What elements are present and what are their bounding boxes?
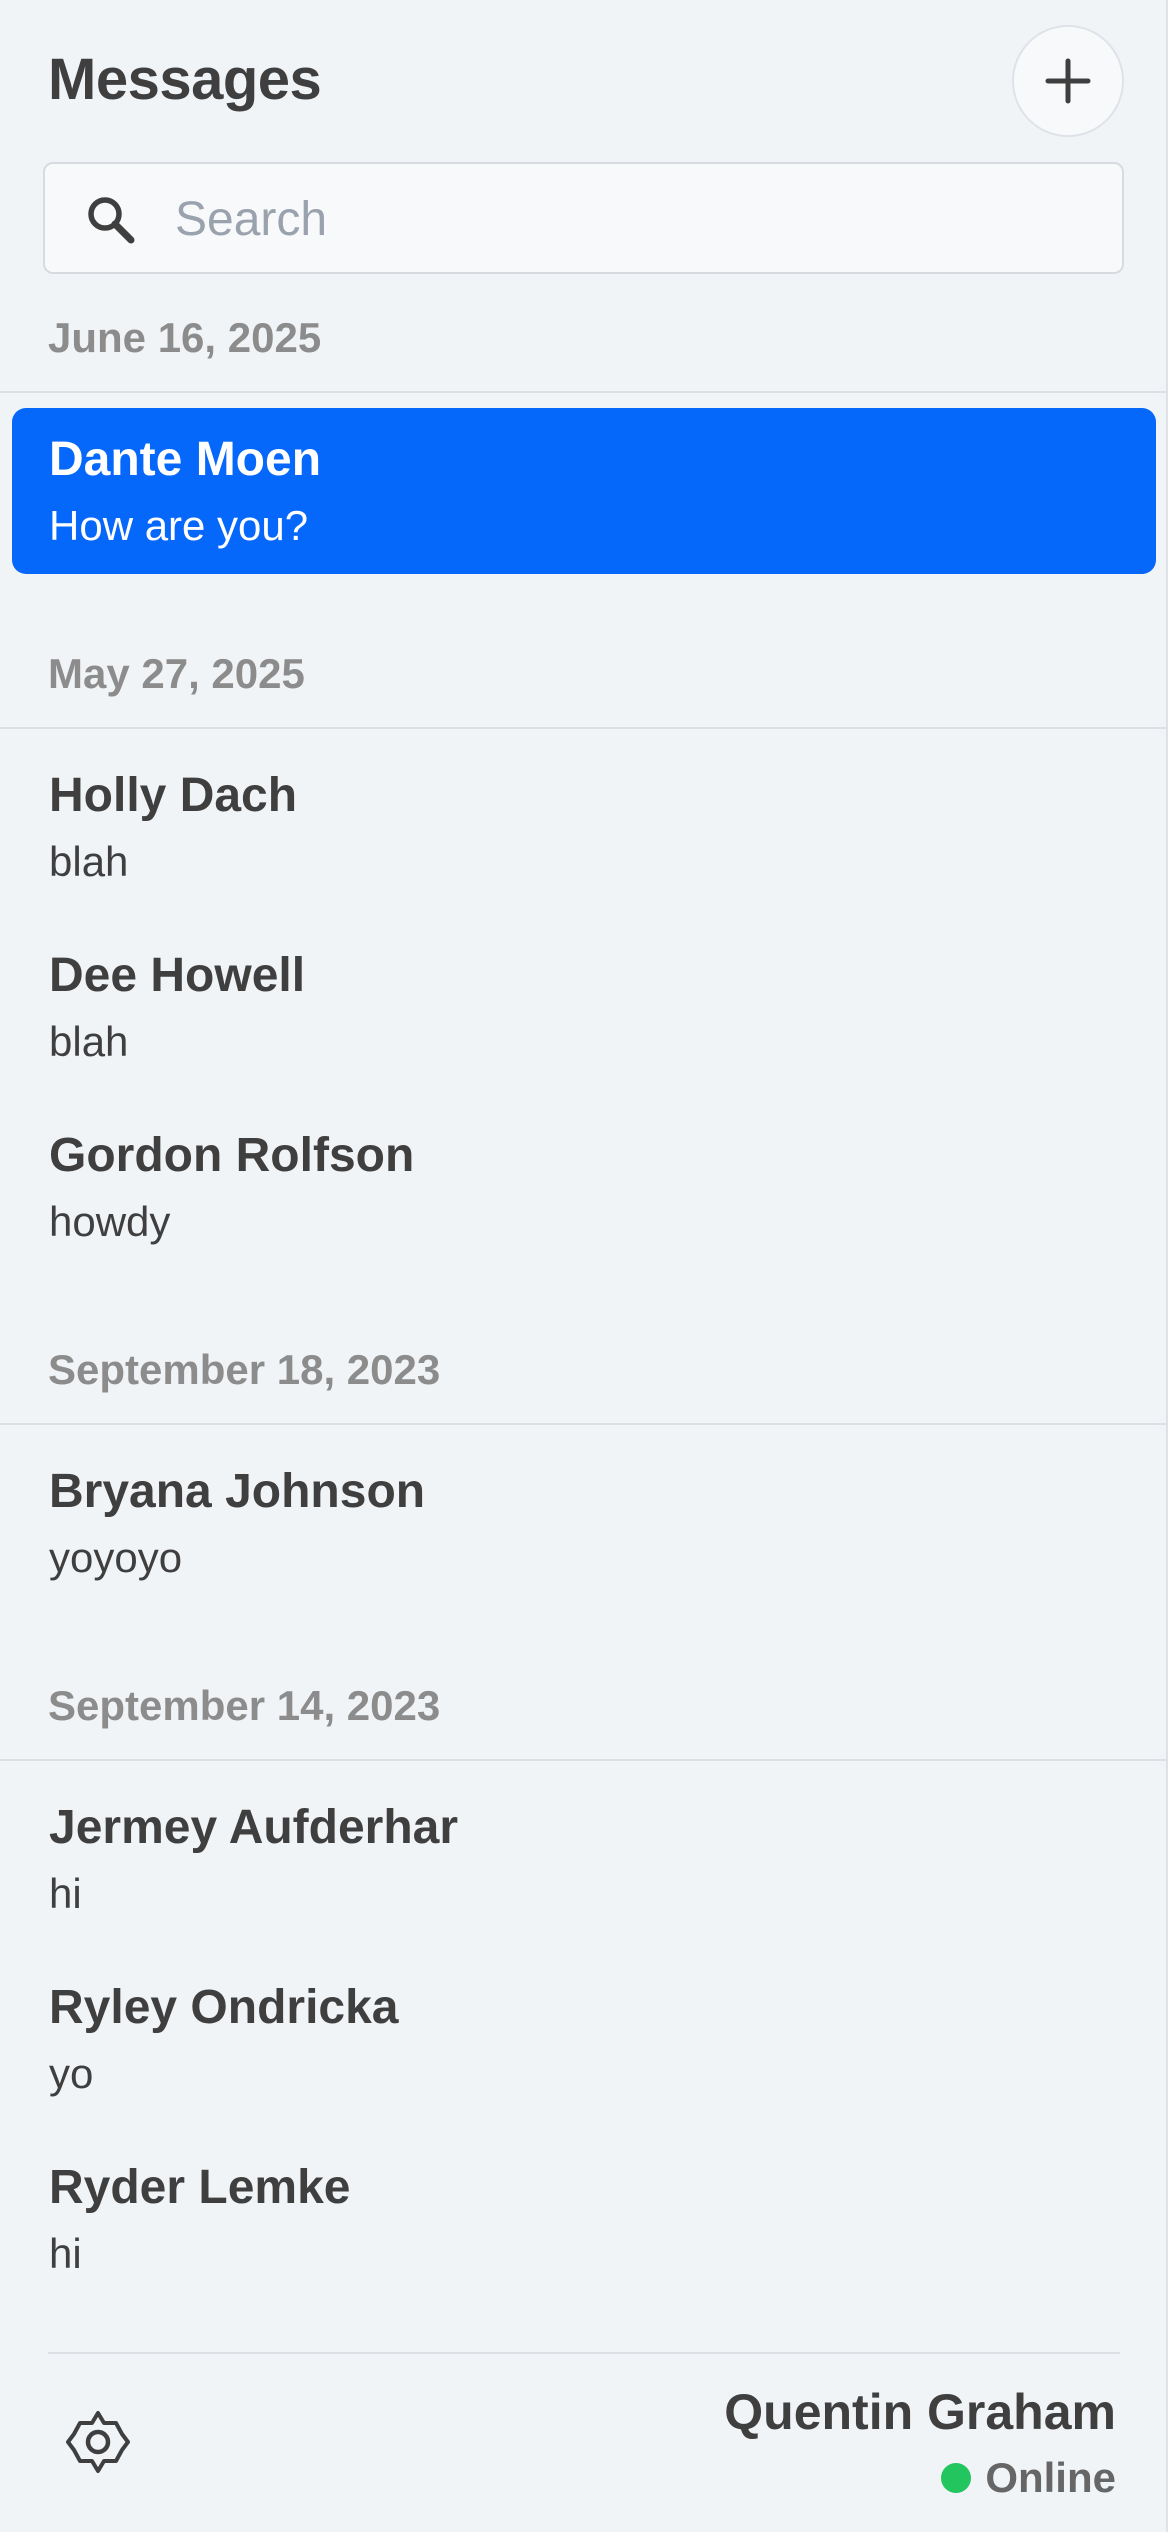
- status-text: Online: [985, 2454, 1116, 2501]
- search-bar[interactable]: [43, 162, 1124, 274]
- status-indicator: [941, 2463, 972, 2493]
- conversation-preview: howdy: [49, 1198, 171, 1245]
- date-header: May 27, 2025: [48, 650, 305, 697]
- conversation-preview: blah: [49, 1018, 129, 1065]
- footer-divider: [48, 2352, 1120, 2354]
- current-user-name: Quentin Graham: [724, 2384, 1116, 2440]
- settings-button[interactable]: [66, 2410, 130, 2474]
- conversation-name: Ryley Ondricka: [49, 1981, 399, 2034]
- date-header: June 16, 2025: [48, 314, 322, 361]
- divider: [0, 727, 1168, 729]
- page-title: Messages: [48, 47, 322, 112]
- date-header: September 18, 2023: [48, 1346, 441, 1393]
- messages-sidebar: Messages June 16, 2025 Dante Moen How ar…: [0, 0, 1168, 2532]
- conversation-preview: hi: [49, 2230, 82, 2277]
- conversation-name: Dante Moen: [49, 433, 322, 486]
- conversation-name: Dee Howell: [49, 949, 306, 1002]
- gear-icon: [66, 2411, 130, 2473]
- conversation-item-jermey-aufderhar[interactable]: Jermey Aufderhar hi: [12, 1776, 1156, 1942]
- conversation-item-dee-howell[interactable]: Dee Howell blah: [12, 924, 1156, 1090]
- conversation-item-holly-dach[interactable]: Holly Dach blah: [12, 744, 1156, 910]
- conversation-name: Holly Dach: [49, 769, 298, 822]
- conversation-name: Ryder Lemke: [49, 2161, 351, 2214]
- conversation-preview: hi: [49, 1870, 82, 1917]
- conversation-name: Bryana Johnson: [49, 1465, 426, 1518]
- conversation-item-gordon-rolfson[interactable]: Gordon Rolfson howdy: [12, 1104, 1156, 1270]
- conversation-preview: yo: [49, 2050, 94, 2097]
- conversation-item-bryana-johnson[interactable]: Bryana Johnson yoyoyo: [12, 1440, 1156, 1606]
- search-icon: [88, 197, 135, 244]
- conversation-name: Jermey Aufderhar: [49, 1801, 459, 1854]
- plus-icon: [1045, 58, 1091, 104]
- divider: [0, 391, 1168, 393]
- user-status: Online: [941, 2454, 1116, 2502]
- divider: [0, 1423, 1168, 1425]
- conversation-name: Gordon Rolfson: [49, 1129, 415, 1182]
- conversation-preview: yoyoyo: [49, 1534, 183, 1581]
- conversation-preview: blah: [49, 838, 129, 885]
- conversation-item-ryley-ondricka[interactable]: Ryley Ondricka yo: [12, 1956, 1156, 2122]
- search-input[interactable]: [175, 180, 1095, 258]
- conversation-item-ryder-lemke[interactable]: Ryder Lemke hi: [12, 2136, 1156, 2302]
- divider: [0, 1759, 1168, 1761]
- conversation-preview: How are you?: [49, 502, 309, 549]
- new-message-button[interactable]: [1012, 25, 1124, 137]
- date-header: September 14, 2023: [48, 1682, 441, 1729]
- conversation-item-dante-moen[interactable]: Dante Moen How are you?: [12, 408, 1156, 574]
